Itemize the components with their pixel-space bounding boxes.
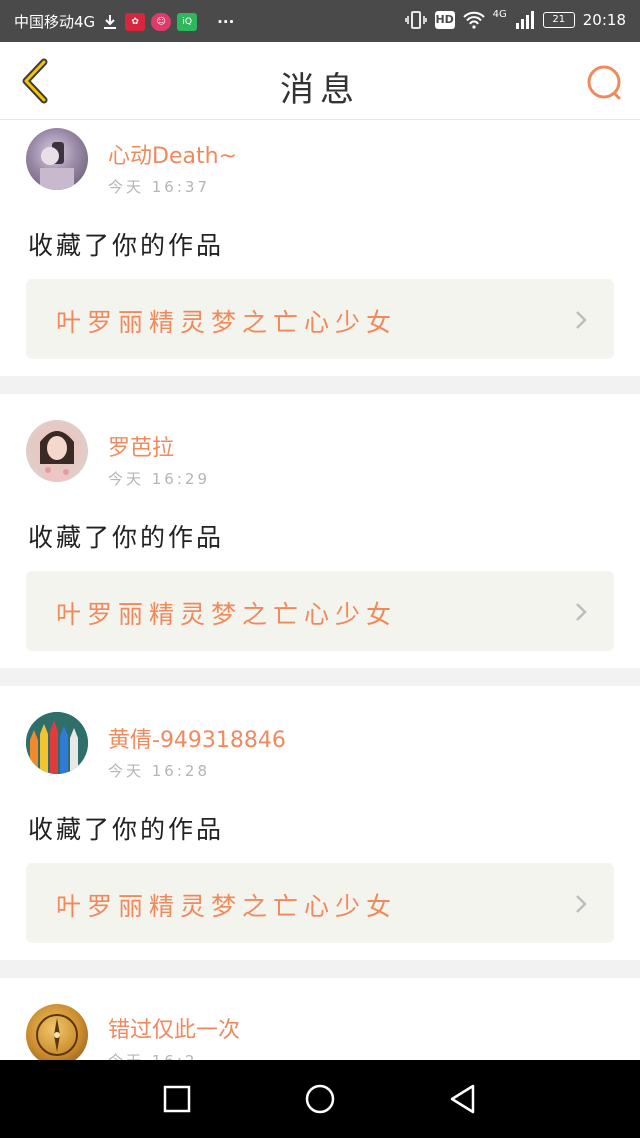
action-text: 收藏了你的作品 — [28, 815, 225, 844]
notification-card: 罗芭拉 今天 16:29 收藏了你的作品 叶罗丽精灵梦之亡心少女 — [0, 394, 640, 668]
avatar[interactable] — [26, 712, 88, 774]
chevron-right-icon — [576, 311, 587, 329]
vibrate-icon — [404, 11, 427, 29]
status-bar: 中国移动4G ✿ ☺ iQ ··· HD 4G 21 20:18 — [0, 0, 640, 42]
top-app-bar: 消息 — [0, 42, 640, 120]
avatar[interactable] — [26, 420, 88, 482]
chevron-right-icon — [576, 895, 587, 913]
work-link[interactable]: 叶罗丽精灵梦之亡心少女 — [26, 571, 614, 651]
search-icon[interactable] — [584, 62, 624, 102]
timestamp: 今天 16:37 — [108, 178, 210, 196]
chevron-right-icon — [576, 603, 587, 621]
recent-apps-icon[interactable] — [160, 1082, 194, 1116]
iqiyi-icon: iQ — [177, 12, 198, 31]
notification-card: 黄倩-949318846 今天 16:28 收藏了你的作品 叶罗丽精灵梦之亡心少… — [0, 686, 640, 960]
more-icon: ··· — [217, 12, 235, 31]
timestamp: 今天 16:29 — [108, 470, 210, 488]
signal-icon — [515, 11, 534, 29]
battery-icon: 21 — [542, 12, 575, 28]
avatar[interactable] — [26, 128, 88, 190]
username[interactable]: 心动Death~ — [108, 138, 237, 170]
action-text: 收藏了你的作品 — [28, 523, 225, 552]
work-title: 叶罗丽精灵梦之亡心少女 — [56, 892, 398, 921]
work-link[interactable]: 叶罗丽精灵梦之亡心少女 — [26, 279, 614, 359]
username[interactable]: 错过仅此一次 — [108, 1012, 240, 1044]
notification-card: 错过仅此一次 今天 16:2 — [0, 978, 640, 1060]
home-icon[interactable] — [303, 1082, 337, 1116]
time-label: 20:18 — [582, 11, 626, 29]
hd-icon: HD — [434, 11, 455, 29]
work-title: 叶罗丽精灵梦之亡心少女 — [56, 600, 398, 629]
timestamp: 今天 16:28 — [108, 762, 210, 780]
username[interactable]: 罗芭拉 — [108, 430, 174, 462]
carrier-label: 中国移动4G — [14, 13, 96, 31]
notification-list[interactable]: 心动Death~ 今天 16:37 收藏了你的作品 叶罗丽精灵梦之亡心少女 罗芭… — [0, 120, 640, 1060]
app-icon: ☺ — [151, 12, 172, 31]
wifi-icon — [462, 11, 485, 29]
avatar[interactable] — [26, 1004, 88, 1060]
work-title: 叶罗丽精灵梦之亡心少女 — [56, 308, 398, 337]
username[interactable]: 黄倩-949318846 — [108, 722, 286, 754]
notification-card: 心动Death~ 今天 16:37 收藏了你的作品 叶罗丽精灵梦之亡心少女 — [0, 120, 640, 376]
network-label: 4G — [492, 8, 507, 20]
huawei-icon: ✿ — [125, 12, 146, 31]
page-title: 消息 — [280, 70, 360, 110]
back-triangle-icon[interactable] — [446, 1082, 480, 1116]
timestamp: 今天 16:2 — [108, 1050, 197, 1060]
system-nav-bar — [0, 1060, 640, 1138]
work-link[interactable]: 叶罗丽精灵梦之亡心少女 — [26, 863, 614, 943]
download-icon — [104, 14, 117, 29]
action-text: 收藏了你的作品 — [28, 231, 225, 260]
